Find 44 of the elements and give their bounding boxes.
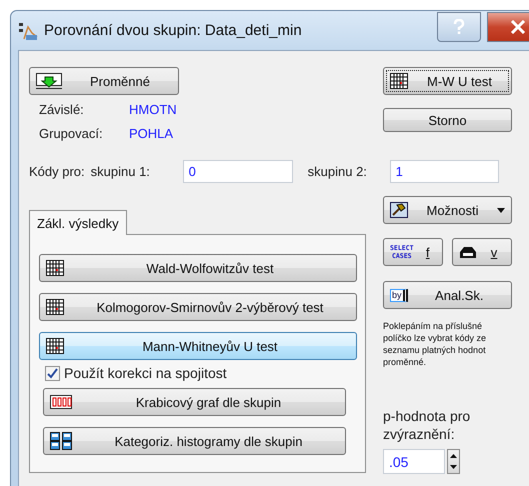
checkbox-label: Použít korekci na spojitost — [64, 365, 227, 381]
group2-code-field[interactable]: 1 — [390, 160, 499, 182]
results-tab[interactable]: Zákl. výsledky — [29, 210, 127, 235]
hint-text: Poklepáním na příslušné políčko lze vybrat kódy ze seznamu platných hodnot proměnné. — [383, 320, 488, 368]
question-mark-icon — [453, 18, 465, 34]
plot-button[interactable]: Krabicový graf dle skupin — [43, 388, 346, 416]
box-plot-icon — [50, 395, 72, 409]
by-group-icon: by — [390, 288, 408, 302]
p-value-field[interactable]: .05 — [383, 449, 445, 474]
options-button[interactable]: Možnosti — [383, 196, 512, 224]
grouping-value: POHLA — [129, 126, 174, 140]
group1-code-field[interactable]: 0 — [182, 160, 293, 182]
window-title: Porovnání dvou skupin: Data_deti_min — [44, 22, 303, 39]
group2-label: skupinu 2: — [308, 164, 368, 178]
codes-label: Kódy pro: — [29, 164, 85, 178]
test-button[interactable]: Mann-Whitneyův U test — [39, 332, 357, 360]
test-button[interactable]: Wald-Wolfowitzův test — [39, 254, 357, 282]
table-icon — [46, 299, 64, 315]
table-icon — [390, 73, 408, 89]
weight-icon — [459, 246, 477, 258]
plot-button[interactable]: Kategoriz. histogramy dle skupin — [43, 427, 346, 455]
p-value-label: p-hodnota pro zvýraznění: — [383, 407, 472, 443]
checkmark-icon — [47, 368, 58, 378]
help-button[interactable] — [437, 12, 481, 42]
by-group-button[interactable]: by Anal.Sk. — [383, 281, 512, 309]
run-test-button[interactable]: M-W U test — [383, 67, 512, 95]
histograms-icon — [50, 432, 72, 450]
table-icon — [46, 338, 64, 354]
cancel-button[interactable]: Storno — [383, 108, 512, 132]
close-icon — [510, 20, 526, 34]
dependent-label: Závislé: — [39, 102, 85, 116]
test-button[interactable]: Kolmogorov-Smirnovův 2-výběrový test — [39, 293, 357, 321]
table-icon — [46, 260, 64, 276]
grouping-label: Grupovací: — [39, 126, 104, 140]
spin-buttons[interactable] — [447, 449, 460, 474]
variable-input-icon — [36, 73, 62, 89]
hammer-icon — [390, 202, 408, 218]
dependent-value: HMOTN — [129, 102, 177, 116]
checkbox[interactable] — [45, 366, 60, 380]
chart-app-icon — [18, 20, 38, 40]
weights-button[interactable]: v — [452, 238, 512, 266]
variables-button[interactable]: Proměnné — [29, 67, 179, 95]
dropdown-arrow-icon — [497, 208, 505, 212]
group1-label: skupinu 1: — [90, 164, 151, 178]
